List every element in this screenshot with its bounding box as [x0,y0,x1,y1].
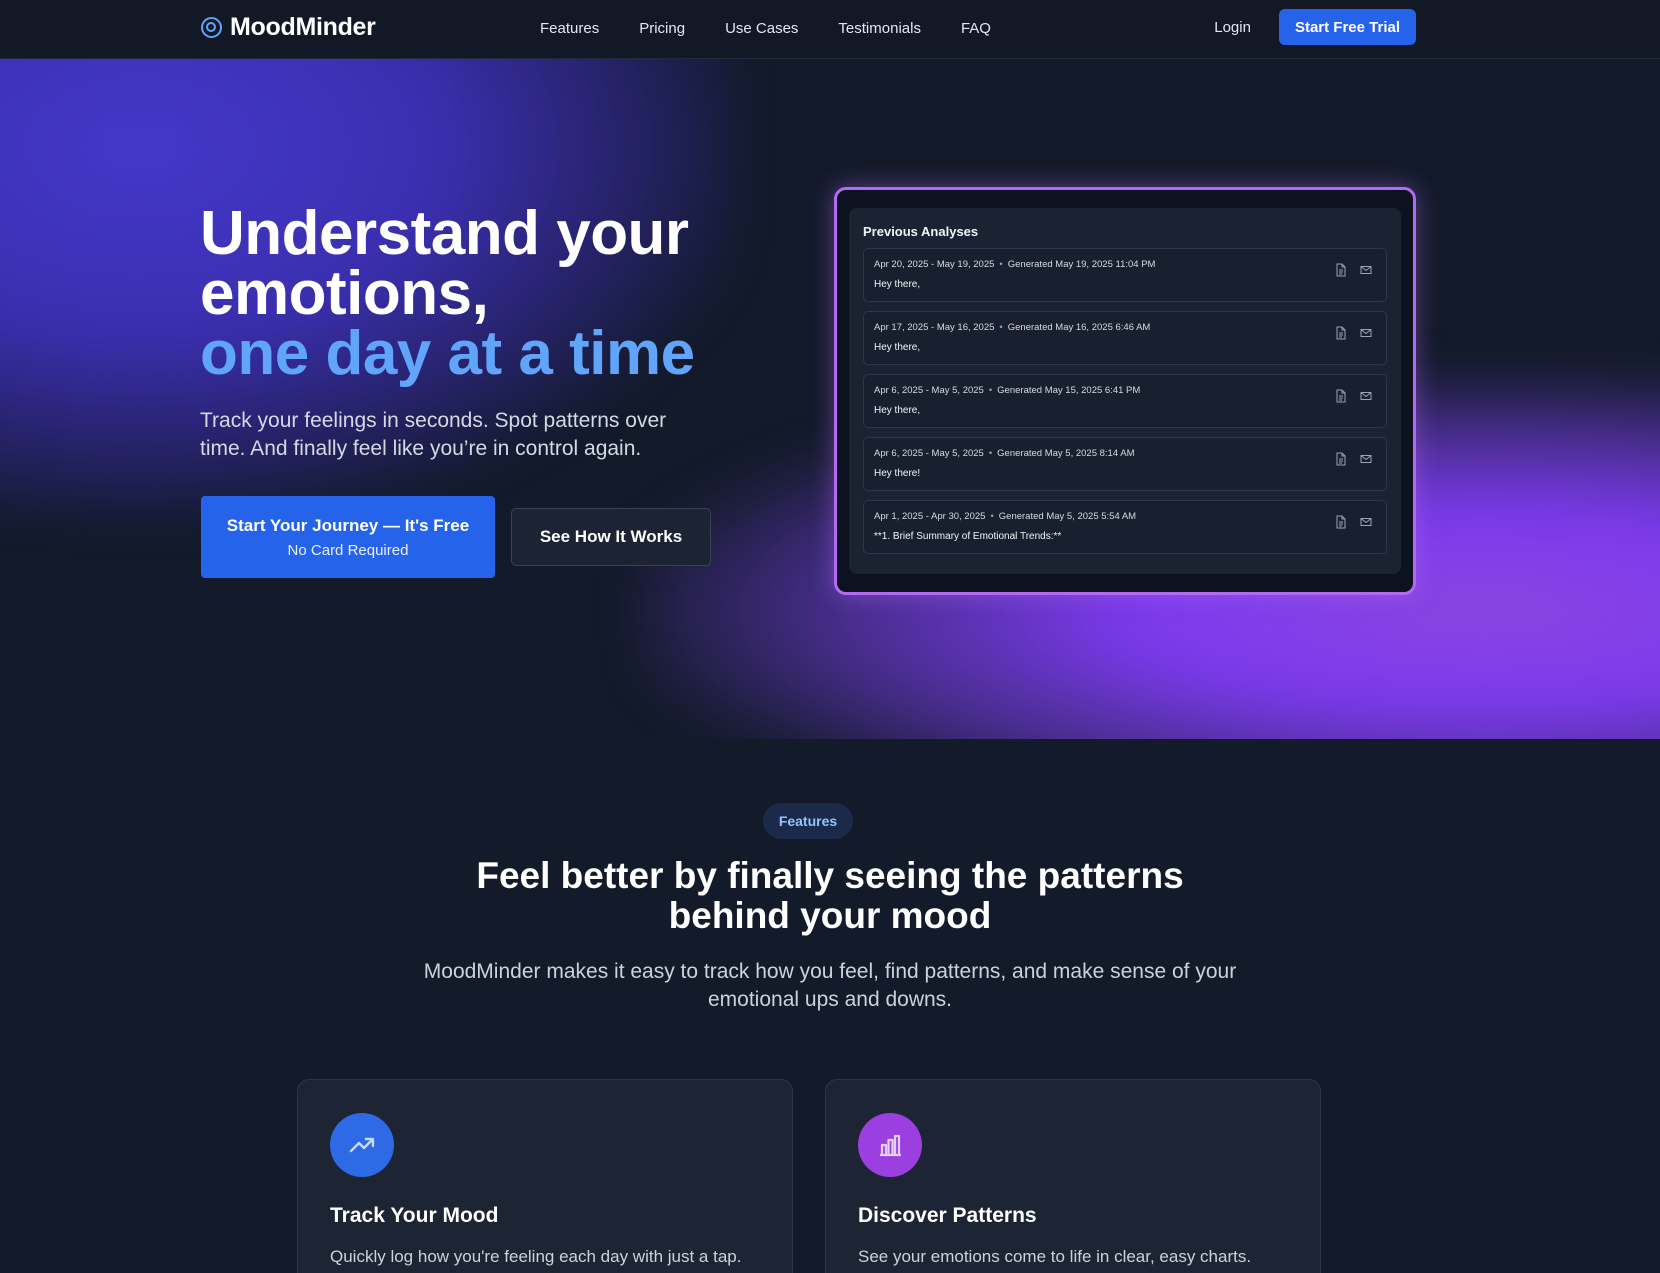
analysis-generated: Generated May 5, 2025 5:54 AM [998,511,1137,522]
document-icon[interactable] [1335,389,1347,403]
panel-title: Previous Analyses [863,224,979,239]
hero-title-line1: Understand your [200,199,689,268]
analysis-preview-text: Hey there, [874,279,921,290]
analysis-range: Apr 6, 2025 - May 5, 2025 [874,448,984,459]
analysis-generated: Generated May 19, 2025 11:04 PM [1007,259,1156,270]
nav-link-use-cases[interactable]: Use Cases [725,20,798,37]
mail-icon[interactable] [1360,263,1372,277]
document-icon[interactable] [1335,515,1347,529]
nav-link-features[interactable]: Features [540,20,599,37]
row-actions [1335,452,1372,466]
bar-chart-icon [858,1113,922,1177]
target-icon [201,16,222,38]
mail-icon[interactable] [1360,515,1372,529]
login-link[interactable]: Login [1214,19,1251,36]
nav-link-pricing[interactable]: Pricing [639,20,685,37]
analysis-range: Apr 6, 2025 - May 5, 2025 [874,385,984,396]
document-icon[interactable] [1335,326,1347,340]
top-nav: MoodMinder Features Pricing Use Cases Te… [0,0,1660,59]
analysis-range: Apr 17, 2025 - May 16, 2025 [874,322,995,333]
analysis-preview-text: Hey there, [874,342,921,353]
no-card-label: No Card Required [287,541,409,559]
analysis-preview-text: Hey there! [874,468,921,479]
analysis-preview-text: Hey there, [874,405,921,416]
hero-section: Understand your emotions, one day at a t… [0,59,1660,739]
feature-card-discover-patterns: Discover Patterns See your emotions come… [825,1079,1321,1273]
analysis-preview-text: **1. Brief Summary of Emotional Trends:*… [874,531,1062,542]
brand-logo[interactable]: MoodMinder [201,11,376,43]
analysis-meta: Apr 6, 2025 - May 5, 2025 • Generated May … [874,385,1141,396]
nav-links: Features Pricing Use Cases Testimonials … [540,0,1031,56]
analysis-generated: Generated May 5, 2025 8:14 AM [997,448,1135,459]
nav-link-testimonials[interactable]: Testimonials [838,20,921,37]
analysis-row[interactable]: Apr 20, 2025 - May 19, 2025 • Generated Ma… [863,248,1387,302]
document-icon[interactable] [1335,452,1347,466]
analysis-meta: Apr 17, 2025 - May 16, 2025 • Generated Ma… [874,322,1151,333]
previous-analyses-panel: Previous Analyses Apr 20, 2025 - May 19,… [849,208,1401,574]
row-actions [1335,326,1372,340]
start-journey-label: Start Your Journey — It's Free [226,515,470,535]
hero-title-line2: emotions, [200,259,489,328]
feature-card-title: Track Your Mood [330,1204,499,1227]
features-subtitle: MoodMinder makes it easy to track how yo… [423,960,1237,1011]
row-actions [1335,515,1372,529]
analysis-row[interactable]: Apr 17, 2025 - May 16, 2025 • Generated Ma… [863,311,1387,365]
hero-subtitle: Track your feelings in seconds. Spot pat… [200,409,667,460]
start-free-trial-button[interactable]: Start Free Trial [1278,9,1416,45]
nav-link-faq[interactable]: FAQ [961,20,991,37]
mail-icon[interactable] [1360,326,1372,340]
feature-card-track-mood: Track Your Mood Quickly log how you're f… [297,1079,793,1273]
see-how-it-works-button[interactable]: See How It Works [511,508,711,566]
nav-actions: Login Start Free Trial [1214,9,1416,45]
feature-card-text: Quickly log how you're feeling each day … [330,1247,742,1266]
analysis-row[interactable]: Apr 6, 2025 - May 5, 2025 • Generated May … [863,374,1387,428]
analysis-meta: Apr 20, 2025 - May 19, 2025 • Generated Ma… [874,259,1156,270]
features-pill: Features [763,803,853,839]
analysis-range: Apr 1, 2025 - Apr 30, 2025 [874,511,986,522]
mail-icon[interactable] [1360,452,1372,466]
analysis-row[interactable]: Apr 1, 2025 - Apr 30, 2025 • Generated May… [863,500,1387,554]
analysis-range: Apr 20, 2025 - May 19, 2025 [874,259,995,270]
row-actions [1335,389,1372,403]
document-icon[interactable] [1335,263,1347,277]
analysis-generated: Generated May 15, 2025 6:41 PM [997,385,1141,396]
feature-card-text: See your emotions come to life in clear,… [858,1247,1252,1266]
analysis-meta: Apr 6, 2025 - May 5, 2025 • Generated May … [874,448,1135,459]
feature-card-title: Discover Patterns [858,1204,1037,1227]
hero-title: Understand your emotions, one day at a t… [200,203,760,385]
analysis-meta: Apr 1, 2025 - Apr 30, 2025 • Generated May… [874,511,1137,522]
trending-up-icon [330,1113,394,1177]
analysis-generated: Generated May 16, 2025 6:46 AM [1007,322,1151,333]
mail-icon[interactable] [1360,389,1372,403]
app-preview-frame: Previous Analyses Apr 20, 2025 - May 19,… [834,187,1416,595]
start-journey-button[interactable]: Start Your Journey — It's Free No Card R… [201,496,495,578]
features-title: Feel better by finally seeing the patter… [380,856,1280,936]
brand-name: MoodMinder [230,12,376,41]
features-title-line1: Feel better by finally seeing the patter… [476,855,1184,896]
hero-title-accent: one day at a time [200,319,695,388]
row-actions [1335,263,1372,277]
analysis-row[interactable]: Apr 6, 2025 - May 5, 2025 • Generated May … [863,437,1387,491]
features-title-line2: behind your mood [668,895,992,936]
